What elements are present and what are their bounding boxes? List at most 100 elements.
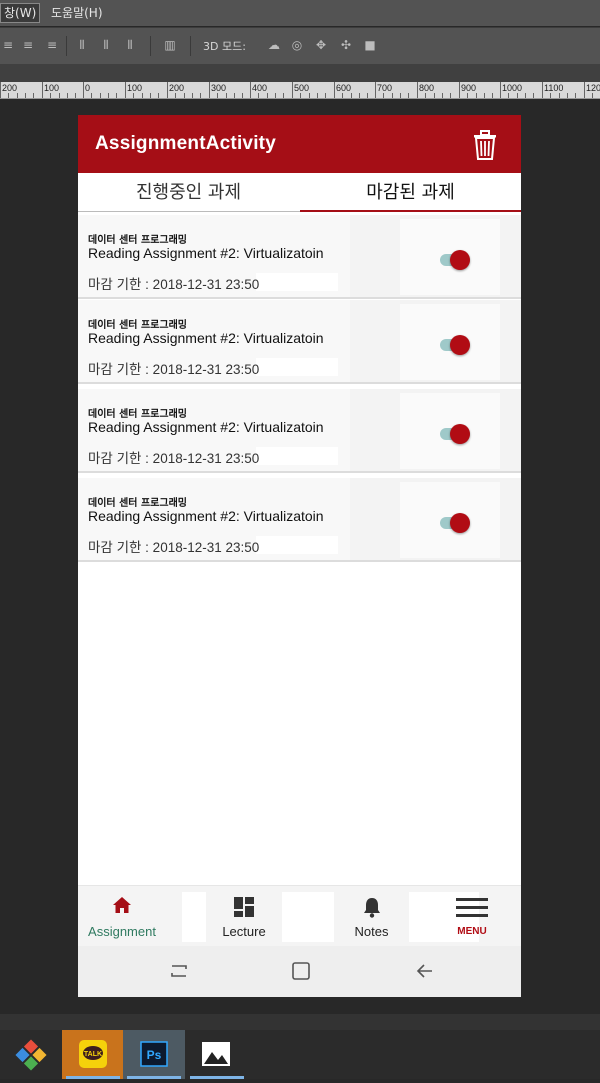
3d-rotate-icon[interactable]: ☁ <box>266 38 282 52</box>
ruler-tick-label: 200 <box>2 83 18 93</box>
bell-icon <box>362 896 382 922</box>
ruler-minor-tick <box>408 93 409 98</box>
recent-apps-icon[interactable] <box>168 960 190 982</box>
kakaotalk-icon[interactable]: TALK <box>62 1030 124 1079</box>
app-bar: AssignmentActivity <box>78 115 521 173</box>
ruler-minor-tick <box>592 93 593 98</box>
nav-lecture-label: Lecture <box>222 924 266 939</box>
course-name: 데이터 센터 프로그래밍 <box>88 235 187 246</box>
ruler-minor-tick <box>25 93 26 98</box>
assignment-deadline: 마감 기한 : 2018-12-31 23:50 <box>88 277 260 292</box>
align-top-icon[interactable]: ≡ <box>0 38 16 52</box>
3d-roll-icon[interactable]: ◎ <box>289 38 305 52</box>
ruler-minor-tick <box>309 93 310 98</box>
ruler-minor-tick <box>317 93 318 98</box>
ruler-minor-tick <box>476 93 477 98</box>
assignment-card[interactable]: 데이터 센터 프로그래밍 Reading Assignment #2: Virt… <box>78 300 521 384</box>
ruler-tick-label: 800 <box>419 83 435 93</box>
ruler-minor-tick <box>100 93 101 98</box>
ruler-minor-tick <box>367 93 368 98</box>
menu-help[interactable]: 도움말(H) <box>48 3 106 23</box>
ruler-minor-tick <box>550 93 551 98</box>
home-icon <box>112 896 132 918</box>
assignment-deadline: 마감 기한 : 2018-12-31 23:50 <box>88 362 260 377</box>
ruler-minor-tick <box>158 93 159 98</box>
system-nav-bar <box>78 946 521 997</box>
nav-assignment[interactable]: Assignment <box>78 886 166 946</box>
ruler-tick-label: 300 <box>211 83 227 93</box>
align-left-icon[interactable]: ⫴ <box>74 38 90 52</box>
ruler-minor-tick <box>559 93 560 98</box>
assignment-toggle[interactable] <box>438 422 472 446</box>
photoshop-icon[interactable]: Ps <box>123 1030 185 1079</box>
ruler-minor-tick <box>351 93 352 98</box>
ruler-minor-tick <box>258 93 259 98</box>
nav-assignment-label: Assignment <box>88 924 156 939</box>
tab-ongoing[interactable]: 진행중인 과제 <box>78 173 299 213</box>
ruler-minor-tick <box>192 93 193 98</box>
app-launcher-icon[interactable] <box>0 1030 62 1079</box>
distribute-icon[interactable]: ▥ <box>162 38 178 52</box>
align-hcenter-icon[interactable]: ⫴ <box>98 38 114 52</box>
ruler-tick-label: 500 <box>294 83 310 93</box>
ruler-minor-tick <box>450 93 451 98</box>
course-name: 데이터 센터 프로그래밍 <box>88 498 187 509</box>
tab-selected-indicator <box>300 210 521 212</box>
ruler-minor-tick <box>325 93 326 98</box>
ps-menubar: 창(W) 도움말(H) <box>0 0 600 26</box>
app-title: AssignmentActivity <box>95 133 276 154</box>
photos-icon[interactable] <box>186 1030 248 1079</box>
ruler-minor-tick <box>17 93 18 98</box>
3d-camera-icon[interactable]: ■ <box>362 38 378 52</box>
nav-lecture[interactable]: Lecture <box>206 886 282 946</box>
assignment-title: Reading Assignment #2: Virtualizatoin <box>88 508 324 524</box>
ruler-minor-tick <box>342 93 343 98</box>
nav-notes[interactable]: Notes <box>334 886 409 946</box>
ruler-minor-tick <box>175 93 176 98</box>
assignment-title: Reading Assignment #2: Virtualizatoin <box>88 330 324 346</box>
ruler-minor-tick <box>226 93 227 98</box>
taskbar: TALK Ps <box>0 1014 600 1079</box>
assignment-deadline: 마감 기한 : 2018-12-31 23:50 <box>88 451 260 466</box>
ruler-minor-tick <box>91 93 92 98</box>
3d-mode-label: 3D 모드: <box>203 40 246 53</box>
ruler-tick-label: 700 <box>377 83 393 93</box>
ruler-minor-tick <box>484 93 485 98</box>
svg-text:TALK: TALK <box>84 1051 102 1058</box>
trash-icon[interactable] <box>471 129 499 161</box>
ruler-tick-label: 100 <box>127 83 143 93</box>
back-arrow-icon[interactable] <box>414 960 436 982</box>
assignment-toggle[interactable] <box>438 248 472 272</box>
menu-window[interactable]: 창(W) <box>0 3 41 23</box>
assignment-toggle[interactable] <box>438 333 472 357</box>
ruler-tick-label: 1100 <box>544 83 564 93</box>
assignment-deadline: 마감 기한 : 2018-12-31 23:50 <box>88 540 260 555</box>
align-vcenter-icon[interactable]: ≡ <box>20 38 36 52</box>
home-button-icon[interactable] <box>290 960 312 982</box>
assignment-toggle[interactable] <box>438 511 472 535</box>
ruler-minor-tick <box>517 93 518 98</box>
3d-slide-icon[interactable]: ✣ <box>338 38 354 52</box>
dashboard-icon <box>233 896 255 922</box>
assignment-card[interactable]: 데이터 센터 프로그래밍 Reading Assignment #2: Virt… <box>78 215 521 299</box>
ruler-minor-tick <box>242 93 243 98</box>
assignment-card[interactable]: 데이터 센터 프로그래밍 Reading Assignment #2: Virt… <box>78 389 521 473</box>
ruler-minor-tick <box>184 93 185 98</box>
assignment-title: Reading Assignment #2: Virtualizatoin <box>88 245 324 261</box>
phone-screen: AssignmentActivity 진행중인 과제 마감된 과제 데이터 센터… <box>78 115 521 997</box>
ruler-tick-label: 600 <box>336 83 352 93</box>
ruler-minor-tick <box>467 93 468 98</box>
nav-menu[interactable]: MENU <box>438 886 506 946</box>
hamburger-icon <box>456 896 488 922</box>
ruler-minor-tick <box>442 93 443 98</box>
ruler-minor-tick <box>533 93 534 98</box>
align-bottom-icon[interactable]: ≡ <box>44 38 60 52</box>
ruler-minor-tick <box>383 93 384 98</box>
tab-closed[interactable]: 마감된 과제 <box>300 173 521 213</box>
align-right-icon[interactable]: ⫴ <box>122 38 138 52</box>
ruler-minor-tick <box>275 93 276 98</box>
ruler-minor-tick <box>8 93 9 98</box>
3d-drag-icon[interactable]: ✥ <box>313 38 329 52</box>
assignment-card[interactable]: 데이터 센터 프로그래밍 Reading Assignment #2: Virt… <box>78 478 521 562</box>
ruler-minor-tick <box>150 93 151 98</box>
